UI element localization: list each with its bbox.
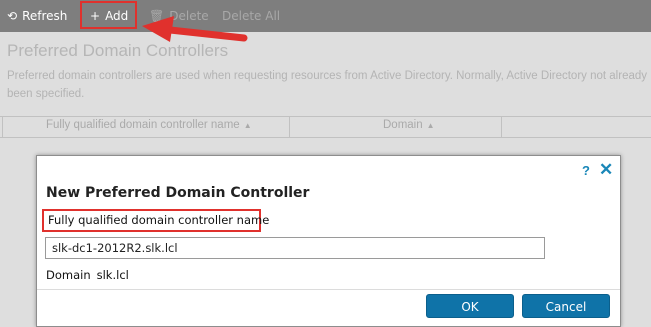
help-icon[interactable]: ? [582,163,590,178]
dialog-footer-divider [37,289,620,290]
domain-value: slk.lcl [96,268,129,282]
refresh-label: Refresh [22,9,68,23]
cancel-button[interactable]: Cancel [522,294,610,318]
add-button-highlight [80,1,137,29]
domain-row: Domain slk.lcl [46,268,129,282]
dialog-title: New Preferred Domain Controller [46,185,310,201]
new-preferred-dc-dialog: ? ✕ New Preferred Domain Controller Full… [36,155,621,327]
fqdn-label: Fully qualified domain controller name [48,213,270,227]
annotation-arrow-icon [142,16,248,42]
domain-label: Domain [46,268,91,282]
fqdn-input[interactable] [45,237,545,259]
ok-button[interactable]: OK [426,294,514,318]
refresh-button[interactable]: ⟲ Refresh [7,0,67,32]
fqdn-label-highlight: Fully qualified domain controller name [42,209,269,232]
close-icon[interactable]: ✕ [599,161,613,178]
refresh-icon: ⟲ [7,9,18,23]
